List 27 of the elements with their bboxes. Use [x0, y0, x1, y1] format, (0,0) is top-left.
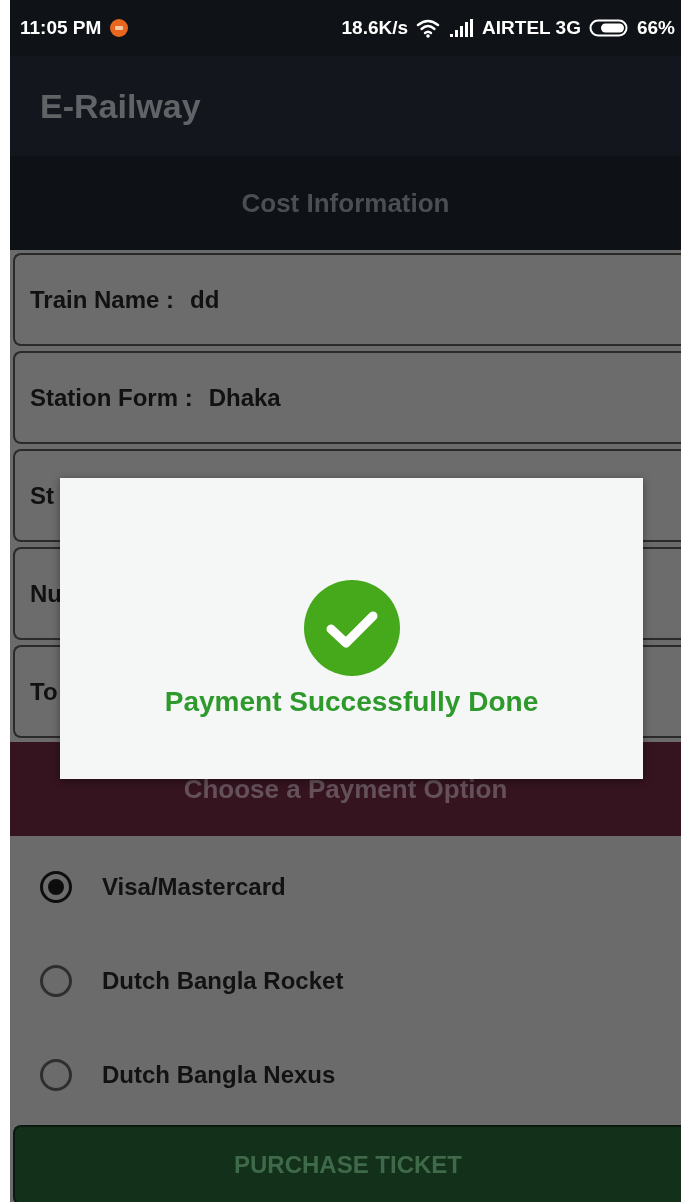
status-time: 11:05 PM [20, 17, 102, 39]
battery-percent: 66% [636, 17, 675, 39]
wifi-icon [416, 18, 441, 38]
check-circle-icon [303, 580, 400, 676]
field-label: Train Name : [30, 285, 175, 314]
signal-icon [448, 18, 475, 38]
network-speed: 18.6K/s [341, 17, 409, 39]
section-title: Cost Information [241, 187, 450, 219]
field-label: St [30, 481, 54, 510]
carrier-name: AIRTEL 3G [482, 17, 581, 39]
section-title: Choose a Payment Option [183, 773, 508, 805]
field-label: Station Form : [30, 383, 193, 412]
battery-icon [588, 18, 629, 38]
app-title: E-Railway [40, 86, 201, 126]
field-value: dd [190, 285, 220, 314]
radio-button[interactable] [40, 871, 72, 903]
field-label: Nu [30, 579, 62, 608]
option-label[interactable]: Dutch Bangla Nexus [102, 1061, 336, 1089]
option-label[interactable]: Visa/Mastercard [102, 873, 286, 901]
field-label: To [30, 677, 58, 706]
field-value: Dhaka [208, 383, 281, 412]
purchase-button[interactable]: PURCHASE TICKET [13, 1125, 681, 1202]
option-label[interactable]: Dutch Bangla Rocket [102, 967, 344, 995]
radio-button[interactable] [40, 1059, 72, 1091]
dialog-message: Payment Successfully Done [164, 686, 539, 718]
radio-button[interactable] [40, 965, 72, 997]
notification-icon [109, 18, 130, 38]
